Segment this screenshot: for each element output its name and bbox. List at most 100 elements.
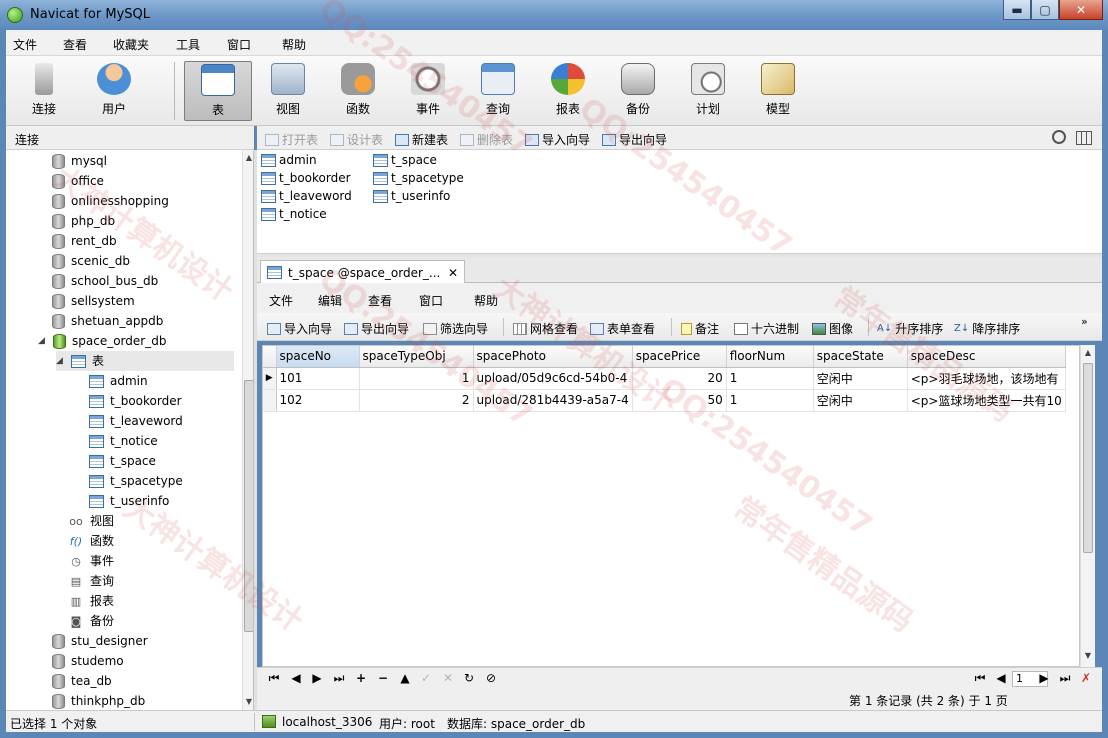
cell[interactable]: 1 bbox=[726, 389, 814, 412]
toolbar-view-button[interactable]: 视图 bbox=[254, 61, 322, 121]
tree-db-tea-db[interactable]: tea_db bbox=[52, 671, 112, 691]
first-record-icon[interactable]: ⏮ bbox=[267, 671, 281, 686]
tree-db-office[interactable]: office bbox=[52, 171, 104, 191]
maximize-button[interactable]: ▢ bbox=[1031, 0, 1059, 20]
grid-view-button[interactable]: 网格查看 bbox=[513, 320, 578, 337]
cancel-icon[interactable]: ✕ bbox=[441, 671, 455, 685]
tree-scroll-thumb[interactable] bbox=[244, 380, 253, 632]
tree-functions-node[interactable]: f() 函数 bbox=[68, 531, 114, 551]
memo-button[interactable]: 备注 bbox=[681, 320, 719, 337]
tree-db-thinkphp-db[interactable]: thinkphp_db bbox=[52, 691, 145, 710]
design-table-button[interactable]: 设计表 bbox=[330, 131, 383, 148]
cell[interactable]: 空闲中 bbox=[813, 389, 908, 412]
page-settings-icon[interactable]: ✗ bbox=[1079, 671, 1093, 685]
tree-queries-node[interactable]: ▤ 查询 bbox=[68, 571, 114, 591]
prev-record-icon[interactable]: ◀ bbox=[289, 671, 303, 685]
sort-ascending-button[interactable]: A↓ 升序排序 bbox=[877, 320, 943, 337]
open-table-button[interactable]: 打开表 bbox=[265, 131, 318, 148]
add-record-icon[interactable]: + bbox=[354, 671, 368, 685]
next-page-icon[interactable]: ▶ bbox=[1037, 671, 1051, 685]
tree-table-admin[interactable]: admin bbox=[89, 371, 148, 391]
import-wizard-button[interactable]: 导入向导 bbox=[267, 320, 332, 337]
object-t-space[interactable]: t_space bbox=[373, 151, 437, 169]
stop-icon[interactable]: ⊘ bbox=[484, 671, 498, 685]
menu-help[interactable]: 帮助 bbox=[282, 36, 306, 53]
scroll-down-arrow-icon[interactable]: ▼ bbox=[1081, 651, 1095, 660]
toolbar-backup-button[interactable]: 备份 bbox=[604, 61, 672, 121]
filter-wizard-button[interactable]: 筛选向导 bbox=[423, 320, 488, 337]
tree-table-t-userinfo[interactable]: t_userinfo bbox=[89, 491, 169, 511]
tree-scrollbar[interactable]: ▲ ▼ bbox=[242, 150, 253, 710]
menu-window[interactable]: 窗口 bbox=[227, 36, 251, 53]
object-admin[interactable]: admin bbox=[261, 151, 317, 169]
next-record-icon[interactable]: ▶ bbox=[310, 671, 324, 685]
menu-file[interactable]: 文件 bbox=[13, 36, 37, 53]
table-row[interactable]: ▶ 101 1 upload/05d9c6cd-54b0-4 20 1 空闲中 … bbox=[263, 367, 1066, 390]
toolbar-model-button[interactable]: 模型 bbox=[744, 61, 812, 121]
inner-menu-window[interactable]: 窗口 bbox=[419, 292, 443, 309]
toolbar-connect-button[interactable]: 连接 bbox=[10, 61, 78, 121]
tree-events-node[interactable]: ◷ 事件 bbox=[68, 551, 114, 571]
toolbar-event-button[interactable]: 事件 bbox=[394, 61, 462, 121]
grid-scrollbar[interactable]: ▲ ▼ bbox=[1080, 345, 1095, 667]
tree-views-node[interactable]: oo 视图 bbox=[68, 511, 114, 531]
toolbar-schedule-button[interactable]: 计划 bbox=[674, 61, 742, 121]
refresh-icon[interactable]: ↻ bbox=[462, 671, 476, 685]
toolbar-overflow-chevron-icon[interactable]: » bbox=[1081, 315, 1088, 328]
toolbar-query-button[interactable]: 查询 bbox=[464, 61, 532, 121]
scroll-down-arrow-icon[interactable]: ▼ bbox=[243, 696, 253, 708]
export-wizard-button[interactable]: 导出向导 bbox=[344, 320, 409, 337]
toolbar-function-button[interactable]: 函数 bbox=[324, 61, 392, 121]
first-page-icon[interactable]: ⏮ bbox=[973, 671, 987, 686]
tree-table-t-notice[interactable]: t_notice bbox=[89, 431, 158, 451]
close-button[interactable]: ✕ bbox=[1059, 0, 1103, 20]
hex-button[interactable]: 十六进制 bbox=[734, 320, 799, 337]
form-view-button[interactable]: 表单查看 bbox=[590, 320, 655, 337]
inner-menu-help[interactable]: 帮助 bbox=[474, 292, 498, 309]
tree-db-mysql[interactable]: mysql bbox=[52, 151, 107, 171]
tree-db-sellsystem[interactable]: sellsystem bbox=[52, 291, 135, 311]
table-row[interactable]: 102 2 upload/281b4439-a5a7-4 50 1 空闲中 <p… bbox=[263, 389, 1066, 412]
search-icon[interactable] bbox=[1052, 130, 1066, 144]
tree-db-studemo[interactable]: studemo bbox=[52, 651, 124, 671]
tree-db-shetuan-appdb[interactable]: shetuan_appdb bbox=[52, 311, 163, 331]
tree-db-php-db[interactable]: php_db bbox=[52, 211, 115, 231]
scroll-up-arrow-icon[interactable]: ▲ bbox=[1081, 348, 1095, 357]
tree-table-t-leaveword[interactable]: t_leaveword bbox=[89, 411, 183, 431]
object-t-userinfo[interactable]: t_userinfo bbox=[373, 187, 450, 205]
cell[interactable]: 2 bbox=[359, 389, 474, 412]
column-header-spaceno[interactable]: spaceNo bbox=[276, 346, 360, 368]
cell[interactable]: 空闲中 bbox=[813, 367, 908, 390]
tree-backups-node[interactable]: ◙ 备份 bbox=[68, 611, 114, 631]
toolbar-table-button[interactable]: 表 bbox=[184, 61, 252, 121]
scroll-up-arrow-icon[interactable]: ▲ bbox=[243, 152, 253, 164]
tree-table-t-spacetype[interactable]: t_spacetype bbox=[89, 471, 183, 491]
tree-db-rent-db[interactable]: rent_db bbox=[52, 231, 117, 251]
cell[interactable]: 1 bbox=[726, 367, 814, 390]
cell[interactable]: 20 bbox=[632, 367, 727, 390]
tree-db-stu-designer[interactable]: stu_designer bbox=[52, 631, 148, 651]
tree-db-onlinesshopping[interactable]: onlinesshopping bbox=[52, 191, 169, 211]
tree-db-space-order-db[interactable]: ◢ space_order_db bbox=[38, 331, 166, 351]
tree-db-school-bus-db[interactable]: school_bus_db bbox=[52, 271, 158, 291]
confirm-icon[interactable]: ✓ bbox=[419, 671, 433, 685]
cell[interactable]: <p>篮球场地类型一共有10 bbox=[907, 389, 1066, 412]
inner-menu-edit[interactable]: 编辑 bbox=[318, 292, 342, 309]
tree-db-scenic-db[interactable]: scenic_db bbox=[52, 251, 130, 271]
cell[interactable]: <p>羽毛球场地，该场地有 bbox=[907, 367, 1066, 390]
tree-table-t-bookorder[interactable]: t_bookorder bbox=[89, 391, 182, 411]
delete-record-icon[interactable]: − bbox=[376, 671, 390, 685]
menu-view[interactable]: 查看 bbox=[63, 36, 87, 53]
last-record-icon[interactable]: ⏭ bbox=[332, 671, 346, 686]
menu-favorites[interactable]: 收藏夹 bbox=[113, 36, 149, 53]
column-header-floornum[interactable]: floorNum bbox=[726, 346, 814, 368]
column-header-spaceprice[interactable]: spacePrice bbox=[632, 346, 727, 368]
minimize-button[interactable]: ▬ bbox=[1003, 0, 1031, 20]
toolbar-report-button[interactable]: 报表 bbox=[534, 61, 602, 121]
object-t-spacetype[interactable]: t_spacetype bbox=[373, 169, 464, 187]
export-wizard-button[interactable]: 导出向导 bbox=[602, 131, 667, 148]
tree-tables-node[interactable]: ◢ 表 bbox=[56, 351, 234, 371]
cell[interactable]: 1 bbox=[359, 367, 474, 390]
cell[interactable]: 101 bbox=[276, 367, 360, 390]
cell[interactable]: 102 bbox=[276, 389, 360, 412]
